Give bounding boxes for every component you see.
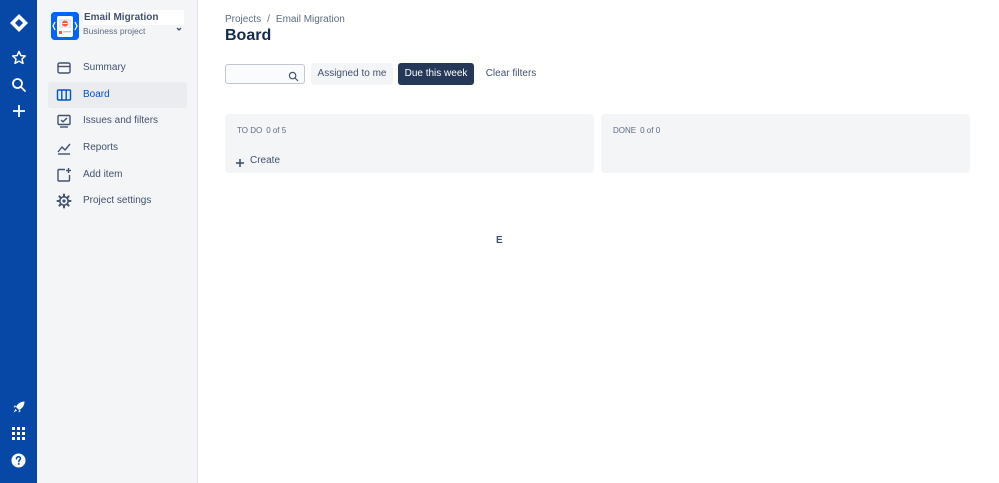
sidebar-item-label: Board: [83, 89, 110, 100]
sidebar-item-project-settings[interactable]: Project settings: [48, 188, 187, 214]
project-avatar-icon: [51, 12, 79, 40]
sidebar-item-reports[interactable]: Reports: [48, 135, 187, 161]
column-title: TO DO: [237, 126, 263, 135]
breadcrumb: Projects / Email Migration: [225, 14, 345, 25]
project-switcher[interactable]: Email Migration Business project: [51, 10, 186, 42]
gear-icon: [56, 193, 72, 209]
app-switcher-icon[interactable]: [4, 419, 33, 448]
column-header: DONE 0 of 0: [613, 126, 660, 135]
chevron-down-icon: [175, 20, 183, 38]
star-icon[interactable]: [4, 43, 33, 72]
breadcrumb-separator: /: [267, 14, 270, 25]
assigned-to-me-filter[interactable]: Assigned to me: [311, 63, 393, 85]
column-header: TO DO 0 of 5: [237, 126, 286, 135]
project-name: Email Migration: [83, 10, 184, 25]
plus-icon: [235, 155, 245, 167]
summary-icon: [56, 60, 72, 76]
column-count: 0 of 0: [640, 126, 661, 135]
reports-icon: [56, 140, 72, 156]
chevron-down-icon[interactable]: [4, 472, 33, 483]
help-icon[interactable]: [4, 446, 33, 475]
project-type: Business project: [83, 26, 146, 36]
breadcrumb-projects-link[interactable]: Projects: [225, 14, 261, 25]
search-icon: [288, 69, 299, 87]
board-icon: [56, 87, 72, 103]
column-title: DONE: [613, 126, 637, 135]
jira-logo-icon[interactable]: [4, 8, 33, 37]
create-label: Create: [250, 154, 281, 166]
board-column-done: DONE 0 of 0: [601, 114, 970, 173]
search-icon[interactable]: [4, 70, 33, 99]
create-issue-button[interactable]: Create: [235, 152, 280, 168]
add-item-icon: [56, 167, 72, 183]
sidebar-item-label: Reports: [83, 142, 119, 153]
plus-icon[interactable]: [4, 96, 33, 125]
global-nav: [0, 0, 37, 483]
column-count: 0 of 5: [266, 126, 287, 135]
rocket-icon[interactable]: [4, 392, 33, 421]
sidebar-item-issues[interactable]: Issues and filters: [48, 108, 187, 134]
sidebar-item-label: Add item: [83, 169, 123, 180]
clear-filters-button[interactable]: Clear filters: [480, 63, 542, 85]
sidebar-item-label: Issues and filters: [83, 115, 159, 126]
sidebar-item-add-item[interactable]: Add item: [48, 162, 187, 188]
issues-icon: [56, 113, 72, 129]
board-main: Projects / Email Migration Board Assigned …: [198, 0, 999, 483]
breadcrumb-project-link[interactable]: Email Migration: [276, 14, 345, 25]
project-sidebar: Email Migration Business project Summary…: [37, 0, 198, 483]
sidebar-item-board[interactable]: Board: [48, 82, 187, 108]
board-search[interactable]: [225, 64, 305, 84]
sidebar-item-summary[interactable]: Summary: [48, 55, 187, 81]
page-title: Board: [225, 27, 272, 44]
search-input[interactable]: [228, 66, 286, 82]
board-column-todo: TO DO 0 of 5 Create: [225, 114, 594, 173]
sidebar-item-label: Summary: [83, 62, 126, 73]
sidebar-item-label: Project settings: [83, 195, 152, 206]
app-window: Email Migration Business project Summary…: [0, 0, 999, 483]
due-this-week-filter[interactable]: Due this week: [398, 63, 474, 85]
board-center-text: E: [496, 235, 503, 246]
